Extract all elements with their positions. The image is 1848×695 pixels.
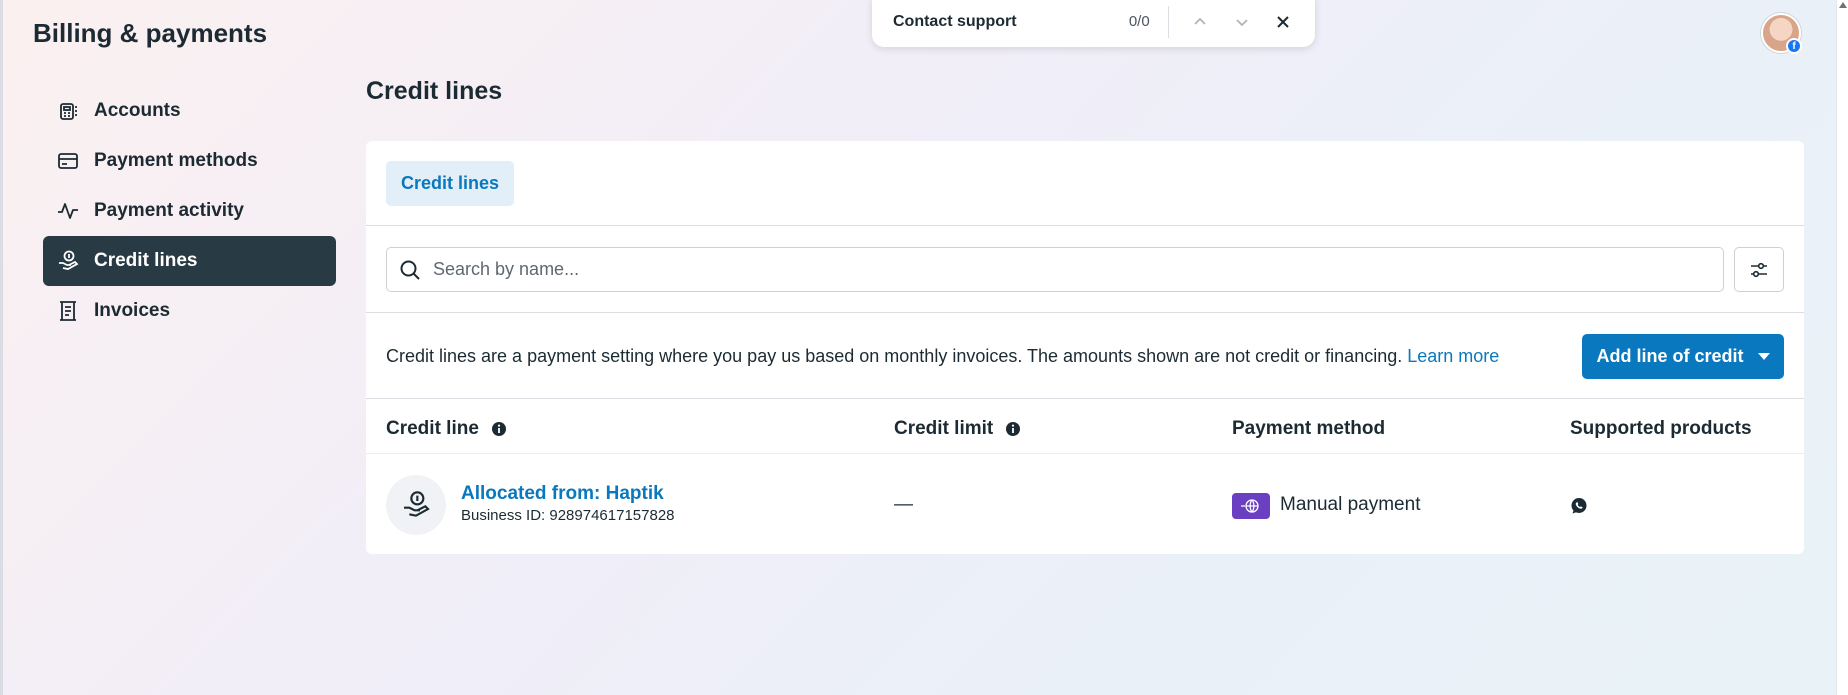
column-header-credit-limit: Credit limit <box>894 418 1021 440</box>
manual-payment-icon <box>1232 493 1270 519</box>
search-box[interactable] <box>386 247 1724 292</box>
credit-line-name-link[interactable]: Allocated from: Haptik <box>461 483 664 505</box>
tab-bar: Credit lines <box>366 141 1804 226</box>
chevron-up-icon[interactable] <box>1191 11 1210 33</box>
payment-method-value: Manual payment <box>1280 494 1421 515</box>
credit-line-icon <box>386 475 446 535</box>
info-icon[interactable] <box>1005 421 1021 437</box>
popup-divider <box>1167 5 1169 38</box>
contact-support-label[interactable]: Contact support <box>893 13 1088 31</box>
sidebar-item-label: Payment activity <box>94 200 244 221</box>
info-icon[interactable] <box>491 421 507 437</box>
search-row <box>366 226 1804 313</box>
sidebar-nav: Accounts Payment methods Payment activit… <box>43 86 336 336</box>
caret-down-icon <box>1757 353 1770 360</box>
header-label: Payment method <box>1232 418 1386 439</box>
business-id: Business ID: 928974617157828 <box>461 507 675 524</box>
header-label: Credit limit <box>894 418 994 439</box>
sidebar-item-invoices[interactable]: Invoices <box>43 286 336 336</box>
tab-credit-lines[interactable]: Credit lines <box>386 161 515 206</box>
header-label: Supported products <box>1570 418 1752 439</box>
column-header-payment-method: Payment method <box>1232 418 1385 440</box>
page-title: Credit lines <box>366 77 503 105</box>
sidebar-item-credit-lines[interactable]: Credit lines <box>43 236 336 286</box>
activity-icon <box>56 199 80 223</box>
column-header-supported-products: Supported products <box>1570 418 1752 440</box>
whatsapp-icon <box>1571 498 1587 514</box>
info-row: Credit lines are a payment setting where… <box>366 313 1804 399</box>
info-text: Credit lines are a payment setting where… <box>386 346 1499 367</box>
sidebar-item-payment-methods[interactable]: Payment methods <box>43 136 336 186</box>
add-line-of-credit-button[interactable]: Add line of credit <box>1582 334 1784 379</box>
learn-more-link[interactable]: Learn more <box>1407 346 1499 366</box>
facebook-icon: f <box>1786 38 1802 54</box>
header-label: Credit line <box>386 418 479 439</box>
close-icon[interactable] <box>1274 11 1293 33</box>
info-description: Credit lines are a payment setting where… <box>386 346 1403 366</box>
scroll-up-arrow-icon[interactable] <box>1839 2 1847 8</box>
sidebar-item-accounts[interactable]: Accounts <box>43 86 336 136</box>
chevron-down-icon[interactable] <box>1232 11 1251 33</box>
contact-support-popup: Contact support 0/0 <box>872 0 1315 47</box>
sidebar-item-label: Accounts <box>94 100 181 121</box>
table-header: Credit line Credit limit Payment method … <box>366 399 1804 454</box>
app-title: Billing & payments <box>33 18 268 48</box>
column-header-credit-line: Credit line <box>386 418 507 440</box>
match-count: 0/0 <box>1128 13 1150 30</box>
table-row[interactable]: Allocated from: Haptik Business ID: 9289… <box>366 454 1804 553</box>
search-icon <box>400 260 420 280</box>
sidebar-item-payment-activity[interactable]: Payment activity <box>43 186 336 236</box>
credit-line-icon <box>56 249 80 273</box>
invoice-icon <box>56 299 80 323</box>
add-button-label: Add line of credit <box>1596 346 1744 366</box>
credit-limit-value: — <box>894 494 913 515</box>
billing-app: Billing & payments Accounts Payment meth… <box>0 0 1848 695</box>
sidebar-item-label: Invoices <box>94 300 171 321</box>
sidebar-item-label: Payment methods <box>94 150 258 171</box>
scrollbar[interactable] <box>1836 0 1848 695</box>
window-left-edge <box>0 0 3 695</box>
credit-lines-card: Credit lines Credit lines are a payment … <box>366 141 1804 554</box>
sliders-icon <box>1751 262 1767 277</box>
sidebar-item-label: Credit lines <box>94 250 198 271</box>
accounts-icon <box>56 99 80 123</box>
filter-button[interactable] <box>1734 247 1784 292</box>
search-input[interactable] <box>433 259 1713 280</box>
card-icon <box>56 149 80 173</box>
